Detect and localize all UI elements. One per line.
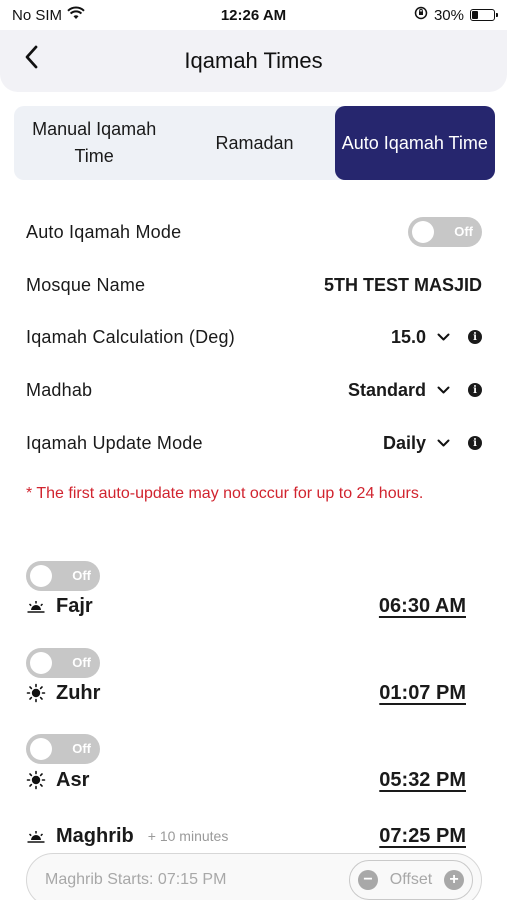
- tab-label: Auto Iqamah Time: [341, 132, 488, 153]
- prayer-name: Zuhr: [56, 681, 101, 704]
- status-bar-left: No SIM: [12, 6, 85, 24]
- app-header: Iqamah Times: [0, 30, 507, 92]
- carrier-label: No SIM: [12, 6, 63, 24]
- prayer-name: Asr: [56, 768, 90, 791]
- prayer-row-zuhr: Zuhr 01:07 PM: [26, 678, 466, 708]
- toggle-state: Off: [72, 655, 91, 670]
- madhab-row: Madhab Standard i: [26, 375, 482, 405]
- sunset-icon: [26, 826, 46, 846]
- prayer-row-asr: Asr 05:32 PM: [26, 765, 466, 795]
- auto-iqamah-mode-toggle[interactable]: Off: [408, 217, 482, 247]
- battery-percent: 30%: [433, 6, 464, 24]
- orientation-lock-icon: [414, 6, 428, 24]
- offset-plus-button[interactable]: +: [443, 870, 464, 890]
- prayer-label-group: Zuhr: [26, 682, 100, 705]
- prayer-label-group: Maghrib + 10 minutes: [26, 825, 228, 848]
- prayer-row-maghrib: Maghrib + 10 minutes 07:25 PM: [26, 821, 466, 851]
- mosque-name-row: Mosque Name 5TH TEST MASJID: [26, 270, 482, 300]
- toggle-knob: [412, 221, 434, 243]
- toggle-knob: [30, 565, 52, 587]
- asr-time[interactable]: 05:32 PM: [379, 769, 466, 792]
- iqamah-calculation-label: Iqamah Calculation (Deg): [26, 326, 235, 347]
- iqamah-calculation-row: Iqamah Calculation (Deg) 15.0 i: [26, 322, 482, 352]
- iqamah-calculation-select[interactable]: 15.0 i: [391, 327, 482, 348]
- auto-iqamah-mode-row: Auto Iqamah Mode Off: [26, 216, 482, 248]
- maghrib-offset-note: + 10 minutes: [147, 828, 229, 844]
- iqamah-update-mode-label: Iqamah Update Mode: [26, 432, 203, 453]
- chevron-down-icon: [436, 383, 450, 397]
- maghrib-offset-bar: Maghrib Starts: 07:15 PM − Offset +: [26, 853, 482, 900]
- sun-icon: [26, 770, 46, 790]
- toggle-knob: [30, 738, 52, 760]
- zuhr-time[interactable]: 01:07 PM: [379, 682, 466, 705]
- status-bar: No SIM 12:26 AM 30%: [0, 0, 507, 30]
- sun-icon: [26, 683, 46, 703]
- iqamah-update-mode-value: Daily: [382, 432, 426, 453]
- fajr-time[interactable]: 06:30 AM: [379, 595, 466, 618]
- wifi-icon: [67, 6, 85, 24]
- maghrib-time[interactable]: 07:25 PM: [379, 825, 466, 848]
- back-button[interactable]: [14, 42, 48, 76]
- info-icon[interactable]: i: [468, 436, 482, 450]
- offset-minus-button[interactable]: −: [358, 870, 378, 890]
- chevron-down-icon: [436, 330, 450, 344]
- prayer-name: Maghrib: [56, 824, 134, 847]
- fajr-toggle[interactable]: Off: [26, 561, 100, 591]
- prayer-label-group: Asr: [26, 769, 89, 792]
- madhab-select[interactable]: Standard i: [348, 380, 482, 401]
- chevron-left-icon: [24, 45, 38, 74]
- iqamah-update-mode-row: Iqamah Update Mode Daily i: [26, 428, 482, 458]
- mosque-name-label: Mosque Name: [26, 274, 146, 295]
- status-bar-right: 30%: [414, 6, 498, 24]
- tab-ramadan[interactable]: Ramadan: [174, 106, 334, 180]
- tab-label: Ramadan: [215, 132, 294, 153]
- toggle-knob: [30, 652, 52, 674]
- toggle-state: Off: [454, 224, 473, 239]
- battery-icon: [470, 9, 498, 21]
- tab-manual-iqamah-time[interactable]: Manual Iqamah Time: [14, 106, 174, 180]
- info-icon[interactable]: i: [468, 330, 482, 344]
- iqamah-update-mode-select[interactable]: Daily i: [383, 433, 482, 454]
- toggle-state: Off: [72, 568, 91, 583]
- madhab-value: Standard: [347, 379, 426, 400]
- prayer-row-fajr: Fajr 06:30 AM: [26, 591, 466, 621]
- tab-auto-iqamah-time[interactable]: Auto Iqamah Time: [334, 106, 495, 180]
- auto-update-note: * The first auto-update may not occur fo…: [26, 485, 424, 502]
- asr-toggle[interactable]: Off: [26, 734, 100, 764]
- chevron-down-icon: [436, 436, 450, 450]
- mosque-name-value: 5TH TEST MASJID: [323, 274, 482, 295]
- info-icon[interactable]: i: [468, 383, 482, 397]
- sunrise-icon: [26, 596, 46, 616]
- zuhr-toggle[interactable]: Off: [26, 648, 100, 678]
- prayer-name: Fajr: [56, 594, 93, 617]
- offset-stepper: − Offset +: [349, 860, 473, 900]
- maghrib-start-text: Maghrib Starts: 07:15 PM: [45, 871, 227, 888]
- prayer-label-group: Fajr: [26, 595, 93, 618]
- offset-label: Offset: [389, 871, 433, 888]
- battery-level: [472, 11, 479, 19]
- auto-iqamah-mode-label: Auto Iqamah Mode: [26, 221, 182, 242]
- tab-label: Manual Iqamah Time: [32, 119, 157, 166]
- page-title: Iqamah Times: [184, 48, 323, 73]
- toggle-state: Off: [72, 741, 91, 756]
- madhab-label: Madhab: [26, 379, 93, 400]
- iqamah-calculation-value: 15.0: [390, 326, 426, 347]
- iqamah-mode-tabs: Manual Iqamah Time Ramadan Auto Iqamah T…: [14, 106, 495, 180]
